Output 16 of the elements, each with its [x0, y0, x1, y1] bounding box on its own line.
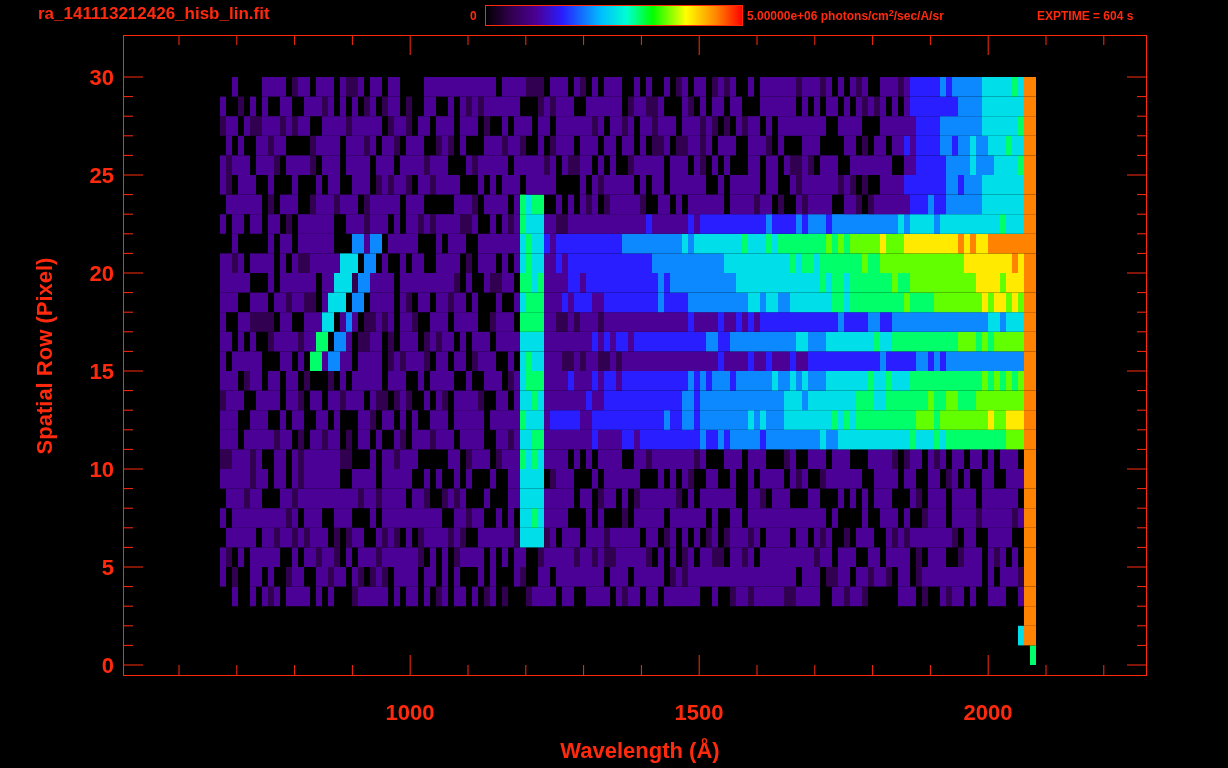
- y-tick-label: 5: [101, 555, 114, 580]
- y-tick-label: 10: [89, 457, 114, 482]
- y-axis-label: Spatial Row (Pixel): [32, 257, 57, 455]
- x-tick-label: 1500: [674, 700, 724, 725]
- x-tick-label: 1000: [385, 700, 435, 725]
- file-title: ra_141113212426_hisb_lin.fit: [38, 4, 271, 24]
- exposure-time: EXPTIME = 604 s: [1037, 8, 1134, 25]
- y-tick-label: 0: [101, 653, 114, 678]
- colorbar-min-label: 0: [470, 8, 478, 25]
- colorbar-max-label: 5.00000e+06 photons/cm$^{2}$/sec/A/sr: [747, 6, 945, 25]
- x-axis-label: Wavelength (Å): [560, 738, 720, 763]
- y-tick-label: 15: [89, 359, 114, 384]
- y-tick-label: 20: [89, 261, 114, 286]
- y-tick-label: 25: [89, 163, 114, 188]
- y-tick-label: 30: [89, 65, 114, 90]
- x-tick-label: 2000: [963, 700, 1013, 725]
